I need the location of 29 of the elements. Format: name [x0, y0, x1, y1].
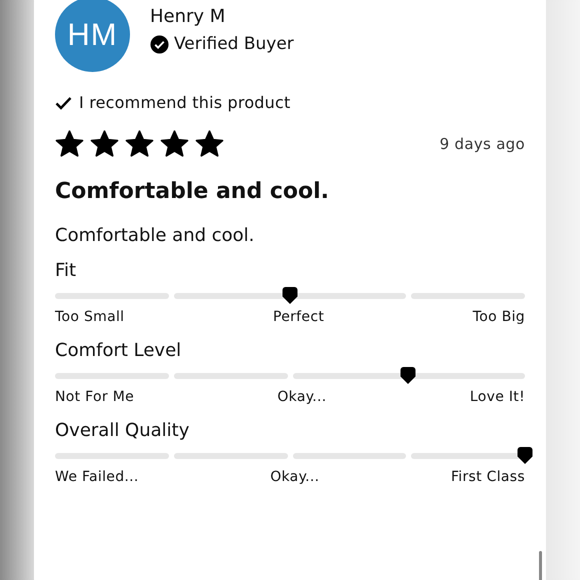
scale-label: Not For Me	[55, 388, 134, 406]
star-icon	[125, 130, 154, 158]
star-icon	[55, 130, 84, 158]
star-icon	[90, 130, 119, 158]
recommendation-text: I recommend this product	[79, 92, 290, 114]
scale-label: Okay...	[277, 388, 327, 406]
scale-label: Love It!	[470, 388, 525, 406]
scale-label: We Failed...	[55, 468, 139, 486]
slider-label: Overall Quality	[55, 420, 190, 442]
slider-thumb[interactable]	[399, 366, 416, 385]
slider-thumb[interactable]	[516, 446, 534, 465]
reviewer-name: Henry M	[150, 5, 226, 29]
avatar: HM	[55, 0, 130, 72]
star-icon	[160, 130, 189, 158]
review-date: 9 days ago	[440, 135, 525, 153]
slider-label: Fit	[55, 260, 78, 282]
star-icon	[195, 130, 224, 158]
scale-label: Too Small	[55, 308, 124, 326]
scale-label: Perfect	[272, 308, 324, 326]
slider-thumb[interactable]	[282, 286, 298, 305]
scale-label: Too Big	[472, 308, 525, 326]
review-title: Comfortable and cool.	[55, 178, 330, 206]
slider-label: Comfort Level	[55, 340, 182, 362]
scale-label: Okay...	[270, 468, 320, 486]
scale-label: First Class	[450, 468, 525, 486]
scrollbar[interactable]	[539, 551, 542, 580]
verified-check-icon	[150, 34, 169, 54]
review-text: Comfortable and cool.	[55, 224, 256, 248]
verified-label: Verified Buyer	[174, 33, 294, 55]
